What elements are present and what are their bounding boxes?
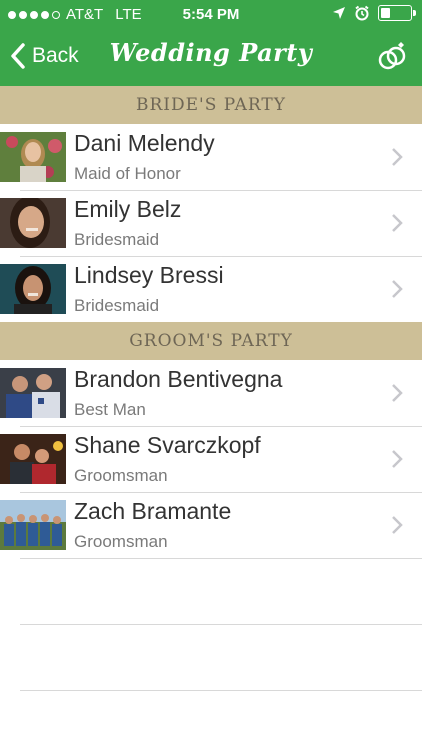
divider [20, 690, 422, 691]
chevron-right-icon [392, 516, 403, 534]
chevron-right-icon [392, 384, 403, 402]
avatar [0, 132, 66, 182]
member-role: Bridesmaid [74, 230, 160, 249]
navigation-bar: AT&T LTE 5:54 PM Back Wedding Party [0, 0, 422, 86]
avatar [0, 500, 66, 550]
chevron-right-icon [392, 450, 403, 468]
member-role: Best Man [74, 400, 146, 419]
avatar [0, 368, 66, 418]
avatar [0, 264, 66, 314]
list-item[interactable]: Emily Belz Bridesmaid [0, 190, 422, 256]
chevron-right-icon [392, 148, 403, 166]
section-header-brides-party: BRIDE'S PARTY [0, 86, 422, 124]
member-role: Maid of Honor [74, 164, 181, 183]
divider [20, 624, 422, 625]
alarm-clock-icon [355, 5, 369, 21]
list-item[interactable]: Brandon Bentivegna Best Man [0, 360, 422, 426]
member-name: Dani Melendy [74, 130, 215, 156]
member-role: Bridesmaid [74, 296, 160, 315]
status-right [332, 5, 416, 21]
member-name: Emily Belz [74, 196, 182, 222]
list-item[interactable]: Lindsey Bressi Bridesmaid [0, 256, 422, 322]
list-item[interactable]: Dani Melendy Maid of Honor [0, 124, 422, 190]
location-arrow-icon [333, 7, 345, 19]
chevron-right-icon [392, 214, 403, 232]
list-item[interactable]: Shane Svarczkopf Groomsman [0, 426, 422, 492]
status-bar: AT&T LTE 5:54 PM [0, 0, 422, 30]
section-header-grooms-party: GROOM'S PARTY [0, 322, 422, 360]
member-role: Groomsman [74, 532, 168, 551]
page-title: Wedding Party [109, 38, 313, 67]
member-name: Brandon Bentivegna [74, 366, 283, 392]
battery-icon [378, 5, 416, 21]
wedding-rings-icon[interactable] [376, 41, 408, 73]
member-role: Groomsman [74, 466, 168, 485]
avatar [0, 434, 66, 484]
list-item[interactable]: Zach Bramante Groomsman [0, 492, 422, 558]
chevron-right-icon [392, 280, 403, 298]
avatar [0, 198, 66, 248]
member-name: Shane Svarczkopf [74, 432, 261, 458]
divider [20, 558, 422, 559]
member-name: Zach Bramante [74, 498, 232, 524]
member-name: Lindsey Bressi [74, 262, 224, 288]
